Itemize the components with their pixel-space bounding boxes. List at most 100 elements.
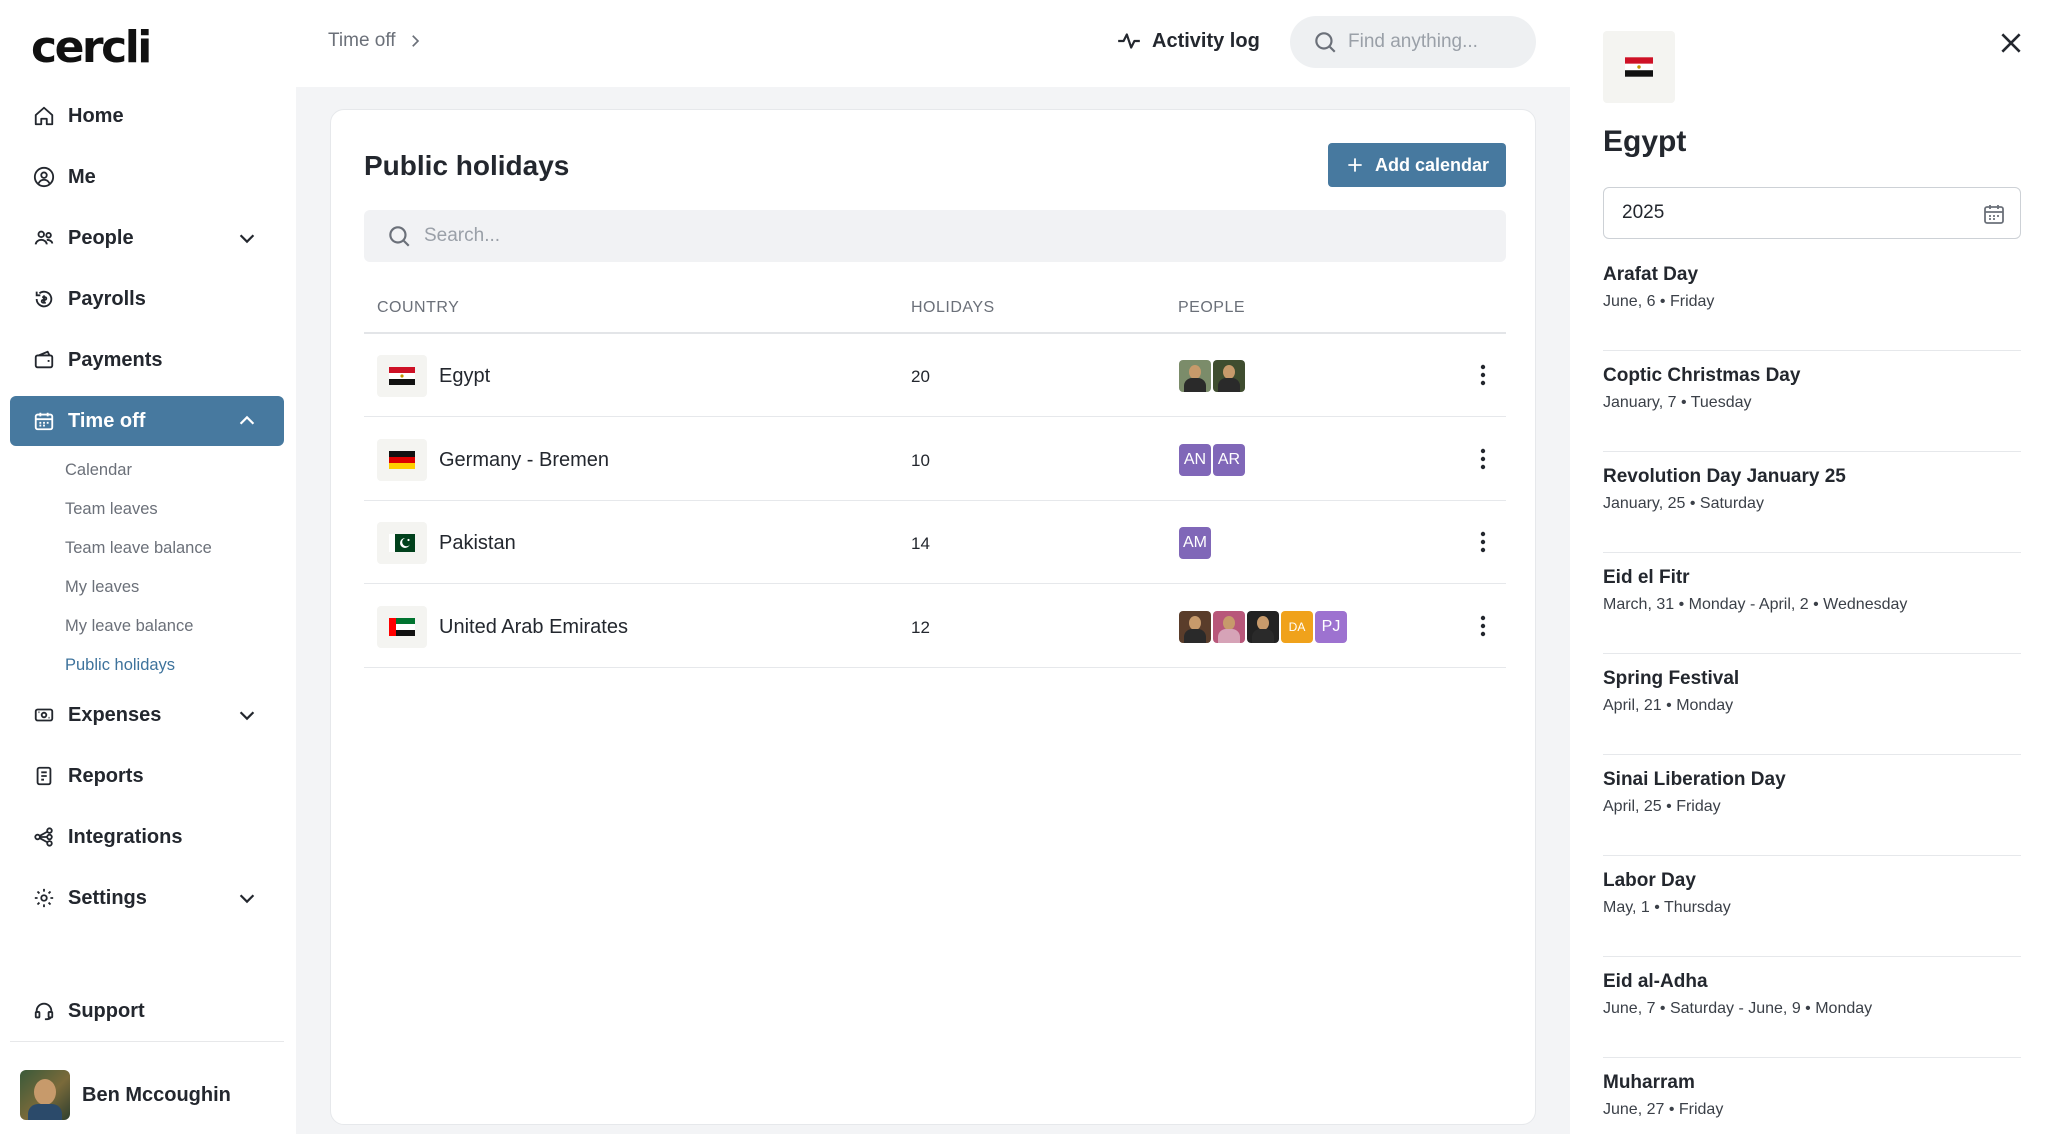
holiday-item: Coptic Christmas Day January, 7 • Tuesda…	[1603, 351, 2021, 452]
row-menu-button[interactable]	[1468, 611, 1498, 641]
sidebar-item-people[interactable]: People	[10, 213, 284, 263]
country-name: United Arab Emirates	[439, 616, 628, 638]
close-icon	[2001, 33, 2021, 53]
holiday-date: January, 25 • Saturday	[1603, 495, 1764, 512]
sidebar-sub-team-leaves[interactable]: Team leaves	[65, 500, 158, 519]
chevron-down-icon	[239, 894, 255, 904]
sidebar-item-me[interactable]: Me	[10, 152, 284, 202]
breadcrumb-item[interactable]: Time off	[328, 30, 396, 52]
avatar[interactable]	[1179, 611, 1211, 643]
column-header-country[interactable]: COUNTRY	[377, 299, 459, 317]
search-icon	[1315, 32, 1336, 53]
row-menu-button[interactable]	[1468, 444, 1498, 474]
holiday-count: 14	[911, 534, 930, 553]
holiday-date: June, 6 • Friday	[1603, 293, 1715, 310]
avatar[interactable]	[1179, 360, 1211, 392]
add-calendar-button[interactable]: Add calendar	[1328, 143, 1506, 187]
sidebar-item-settings[interactable]: Settings	[10, 873, 284, 923]
public-holidays-card: Public holidays Add calendar COUNTRY HOL…	[330, 109, 1536, 1125]
table-row[interactable]: United Arab Emirates 12 DA PJ	[364, 585, 1506, 668]
app-logo[interactable]: cercli	[31, 22, 152, 73]
sidebar-item-expenses[interactable]: Expenses	[10, 690, 284, 740]
global-search[interactable]	[1290, 16, 1536, 68]
page-title: Public holidays	[364, 150, 570, 181]
sidebar-item-reports[interactable]: Reports	[10, 751, 284, 801]
avatar[interactable]	[1213, 611, 1245, 643]
holiday-item: Revolution Day January 25 January, 25 • …	[1603, 452, 2021, 553]
holiday-detail-panel: Egypt 2025 Arafat Day June, 6 • Friday C…	[1570, 0, 2048, 1134]
sidebar-sub-my-leave-balance[interactable]: My leave balance	[65, 617, 193, 636]
user-circle-icon	[32, 165, 56, 189]
egypt-flag-icon	[377, 355, 427, 397]
sidebar-item-label: Expenses	[68, 703, 162, 726]
germany-flag-icon	[377, 439, 427, 481]
avatar[interactable]: AR	[1213, 444, 1245, 476]
sidebar-sub-public-holidays[interactable]: Public holidays	[65, 656, 175, 675]
avatar[interactable]: DA	[1281, 611, 1313, 643]
user-profile[interactable]: Ben Mccoughin	[20, 1070, 231, 1120]
sidebar-item-label: Me	[68, 165, 96, 188]
row-menu-button[interactable]	[1468, 360, 1498, 390]
panel-title: Egypt	[1603, 125, 1687, 158]
activity-log-button[interactable]: Activity log	[1116, 28, 1260, 54]
holiday-search[interactable]	[364, 210, 1506, 262]
sidebar-item-integrations[interactable]: Integrations	[10, 812, 284, 862]
activity-log-label: Activity log	[1152, 29, 1260, 52]
close-button[interactable]	[1994, 26, 2028, 60]
report-icon	[32, 764, 56, 788]
holiday-item: Sinai Liberation Day April, 25 • Friday	[1603, 755, 2021, 856]
holiday-name: Coptic Christmas Day	[1603, 365, 1801, 386]
people-icon	[32, 226, 56, 250]
sidebar-sub-my-leaves[interactable]: My leaves	[65, 578, 139, 597]
sidebar-item-label: Time off	[68, 409, 146, 432]
pulse-icon	[1118, 33, 1140, 49]
table-row[interactable]: Germany - Bremen 10 AN AR	[364, 418, 1506, 501]
payroll-icon	[32, 287, 56, 311]
year-picker[interactable]: 2025	[1603, 187, 2021, 239]
sidebar-sub-team-leave-balance[interactable]: Team leave balance	[65, 539, 212, 558]
global-search-input[interactable]	[1348, 31, 1518, 53]
table-row[interactable]: Egypt 20	[364, 334, 1506, 417]
holiday-name: Revolution Day January 25	[1603, 466, 1846, 487]
column-header-people[interactable]: PEOPLE	[1178, 299, 1245, 317]
calendar-icon	[1984, 205, 2004, 224]
sidebar-item-home[interactable]: Home	[10, 91, 284, 141]
holiday-date: April, 21 • Monday	[1603, 697, 1734, 714]
more-vertical-icon	[1480, 448, 1486, 470]
integrations-icon	[32, 825, 56, 849]
holiday-name: Muharram	[1603, 1072, 1695, 1093]
uae-flag-icon	[377, 606, 427, 648]
avatar[interactable]: AN	[1179, 444, 1211, 476]
sidebar-sub-calendar[interactable]: Calendar	[65, 461, 132, 480]
avatar[interactable]: AM	[1179, 527, 1211, 559]
holiday-name: Labor Day	[1603, 870, 1696, 891]
search-icon	[389, 226, 410, 247]
holiday-name: Eid al-Adha	[1603, 971, 1708, 992]
holiday-item: Labor Day May, 1 • Thursday	[1603, 856, 2021, 957]
holiday-item: Eid el Fitr March, 31 • Monday - April, …	[1603, 553, 2021, 654]
sidebar-item-label: Payments	[68, 348, 163, 371]
holiday-name: Spring Festival	[1603, 668, 1740, 689]
chevron-right-icon	[411, 35, 419, 47]
chevron-down-icon	[239, 234, 255, 244]
chevron-up-icon	[239, 415, 255, 425]
sidebar-item-time-off[interactable]: Time off	[10, 396, 284, 446]
chevron-down-icon	[239, 711, 255, 721]
sidebar-item-payments[interactable]: Payments	[10, 335, 284, 385]
avatar[interactable]	[1247, 611, 1279, 643]
sidebar-item-label: Payrolls	[68, 287, 146, 310]
holiday-count: 12	[911, 618, 930, 637]
country-name: Germany - Bremen	[439, 449, 610, 471]
sidebar: cercli Home Me People Payrolls Payments	[0, 0, 296, 1134]
breadcrumb[interactable]: Time off	[328, 30, 424, 52]
column-header-holidays[interactable]: HOLIDAYS	[911, 299, 995, 317]
avatar[interactable]: PJ	[1315, 611, 1347, 643]
row-menu-button[interactable]	[1468, 527, 1498, 557]
country-name: Pakistan	[439, 532, 516, 554]
sidebar-item-payrolls[interactable]: Payrolls	[10, 274, 284, 324]
avatar[interactable]	[1213, 360, 1245, 392]
table-row[interactable]: Pakistan 14 AM	[364, 501, 1506, 584]
sidebar-item-support[interactable]: Support	[10, 986, 284, 1036]
holiday-search-input[interactable]	[424, 225, 1324, 247]
plus-icon	[1348, 158, 1362, 172]
